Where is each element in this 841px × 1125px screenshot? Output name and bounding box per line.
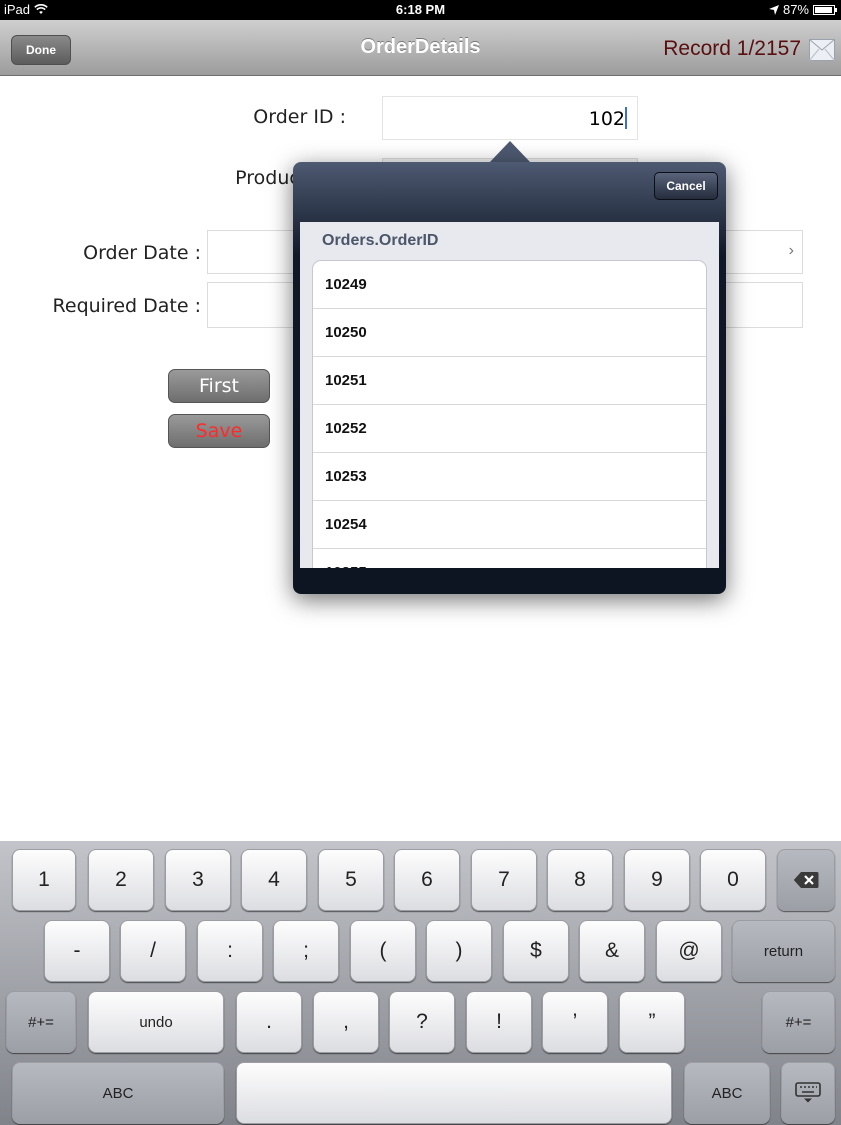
abc-key-left[interactable]: ABC <box>12 1062 224 1124</box>
save-button[interactable]: Save <box>168 414 270 448</box>
list-item[interactable]: 10253 <box>313 453 706 501</box>
key-question[interactable]: ? <box>389 991 455 1053</box>
keyboard: 1 2 3 4 5 6 7 8 9 0 - / : ; ( ) $ & @ re… <box>0 841 841 1125</box>
order-id-list[interactable]: 10249 10250 10251 10252 10253 10254 1025… <box>312 260 707 568</box>
key-0[interactable]: 0 <box>700 849 766 911</box>
section-header: Orders.OrderID <box>322 232 439 249</box>
order-id-input[interactable]: 102 <box>382 96 638 140</box>
shift-symbols-key-right[interactable]: #+= <box>762 991 835 1053</box>
popover-arrow <box>489 141 531 163</box>
keyboard-dismiss-icon <box>795 1082 821 1103</box>
list-item[interactable]: 10251 <box>313 357 706 405</box>
key-semicolon[interactable]: ; <box>273 920 339 982</box>
mail-icon[interactable] <box>809 39 835 61</box>
list-item[interactable]: 10252 <box>313 405 706 453</box>
key-close-paren[interactable]: ) <box>426 920 492 982</box>
order-id-value: 102 <box>588 108 625 130</box>
list-item[interactable]: 10254 <box>313 501 706 549</box>
key-ampersand[interactable]: & <box>579 920 645 982</box>
key-at[interactable]: @ <box>656 920 722 982</box>
list-item[interactable]: 10250 <box>313 309 706 357</box>
hide-keyboard-key[interactable] <box>781 1062 835 1124</box>
key-exclamation[interactable]: ! <box>466 991 532 1053</box>
key-dash[interactable]: - <box>44 920 110 982</box>
key-quote[interactable]: ” <box>619 991 685 1053</box>
popover-list-area[interactable]: Orders.OrderID 10249 10250 10251 10252 1… <box>300 222 719 568</box>
key-open-paren[interactable]: ( <box>350 920 416 982</box>
key-3[interactable]: 3 <box>165 849 231 911</box>
backspace-key[interactable] <box>777 849 835 911</box>
list-item[interactable]: 10255 <box>313 549 706 568</box>
battery-percent: 87% <box>782 2 809 17</box>
first-button[interactable]: First <box>168 369 270 403</box>
text-cursor <box>625 107 627 129</box>
chevron-right-icon: › <box>788 242 794 259</box>
key-slash[interactable]: / <box>120 920 186 982</box>
navigation-bar: Done OrderDetails Record 1/2157 <box>0 20 841 76</box>
battery-icon <box>813 4 837 15</box>
undo-key[interactable]: undo <box>88 991 224 1053</box>
key-apostrophe[interactable]: ’ <box>542 991 608 1053</box>
required-date-label: Required Date : <box>52 295 201 317</box>
key-dollar[interactable]: $ <box>503 920 569 982</box>
location-icon <box>768 4 779 15</box>
return-key[interactable]: return <box>732 920 835 982</box>
key-comma[interactable]: , <box>313 991 379 1053</box>
key-period[interactable]: . <box>236 991 302 1053</box>
key-6[interactable]: 6 <box>394 849 460 911</box>
order-id-popover: Cancel Orders.OrderID 10249 10250 10251 … <box>293 162 726 594</box>
order-date-label: Order Date : <box>83 242 201 264</box>
key-4[interactable]: 4 <box>241 849 307 911</box>
key-colon[interactable]: : <box>197 920 263 982</box>
key-2[interactable]: 2 <box>88 849 154 911</box>
order-id-label: Order ID : <box>253 106 346 128</box>
abc-key-right[interactable]: ABC <box>684 1062 770 1124</box>
status-bar: iPad 6:18 PM 87% <box>0 0 841 20</box>
shift-symbols-key-left[interactable]: #+= <box>6 991 76 1053</box>
space-key[interactable] <box>236 1062 672 1124</box>
status-time: 6:18 PM <box>395 2 446 17</box>
list-item[interactable]: 10249 <box>313 261 706 309</box>
key-7[interactable]: 7 <box>471 849 537 911</box>
key-1[interactable]: 1 <box>12 849 76 911</box>
record-counter: Record 1/2157 <box>663 37 801 60</box>
cancel-button[interactable]: Cancel <box>654 172 718 200</box>
key-9[interactable]: 9 <box>624 849 690 911</box>
backspace-icon <box>793 872 819 888</box>
key-5[interactable]: 5 <box>318 849 384 911</box>
key-8[interactable]: 8 <box>547 849 613 911</box>
